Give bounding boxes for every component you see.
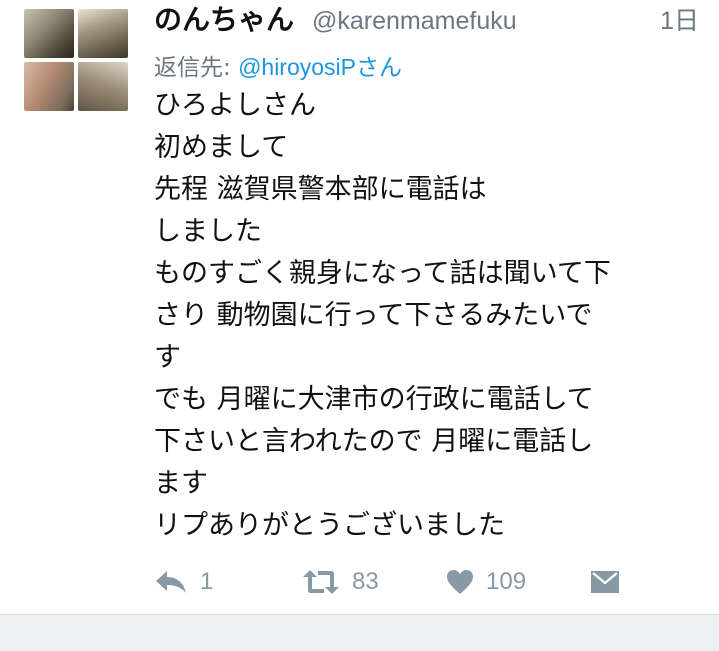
tweet-card[interactable]: のんちゃん @karenmamefuku 1日 返信先: @hiroyosiPさ… <box>0 0 719 614</box>
tweet-actions: 1 83 109 <box>154 562 634 602</box>
reply-button[interactable]: 1 <box>154 562 213 602</box>
retweet-icon <box>302 568 340 596</box>
retweet-count: 83 <box>352 568 379 595</box>
tweet-text-line: 初めまして <box>154 132 289 163</box>
tweet-text-line: ひろよしさん <box>154 90 316 121</box>
avatar-photo-tile <box>24 62 74 111</box>
reply-suffix: さん <box>356 55 403 81</box>
avatar[interactable] <box>24 9 130 111</box>
like-button[interactable]: 109 <box>446 562 526 602</box>
tweet-text-line: でも 月曜に大津市の行政に電話して <box>154 384 594 415</box>
reply-mention-link[interactable]: @hiroyosiP <box>238 54 356 80</box>
direct-message-button[interactable] <box>590 562 620 602</box>
tweet-header: のんちゃん @karenmamefuku 1日 <box>154 2 699 38</box>
display-name[interactable]: のんちゃん <box>154 2 294 38</box>
tweet-text-line: ます <box>154 468 208 499</box>
envelope-icon <box>590 570 620 594</box>
reply-prefix: 返信先: <box>154 55 231 81</box>
avatar-photo-tile <box>24 9 74 58</box>
timeline-gap <box>0 615 719 651</box>
reply-count: 1 <box>200 568 214 595</box>
tweet-text-line: 下さいと言われたので 月曜に電話し <box>154 426 594 457</box>
avatar-photo-tile <box>78 62 128 111</box>
tweet-text-line: 先程 滋賀県警本部に電話は <box>154 174 487 205</box>
reply-context: 返信先: @hiroyosiPさん <box>154 50 402 84</box>
user-handle[interactable]: @karenmamefuku <box>312 2 517 40</box>
tweet-text-line: ものすごく親身になって話は聞いて下 <box>154 258 611 289</box>
avatar-photo-tile <box>78 9 128 58</box>
heart-icon <box>446 569 474 595</box>
timestamp[interactable]: 1日 <box>660 2 699 40</box>
reply-icon <box>154 569 188 595</box>
like-count: 109 <box>486 568 527 595</box>
tweet-text-line: しました <box>154 216 262 247</box>
tweet-text: ひろよしさん 初めまして 先程 滋賀県警本部に電話は しました ものすごく親身に… <box>154 85 702 547</box>
tweet-text-line: す <box>154 342 181 373</box>
tweet-text-line: リプありがとうございました <box>154 510 505 541</box>
retweet-button[interactable]: 83 <box>302 562 379 602</box>
tweet-text-line: さり 動物園に行って下さるみたいで <box>154 300 593 331</box>
